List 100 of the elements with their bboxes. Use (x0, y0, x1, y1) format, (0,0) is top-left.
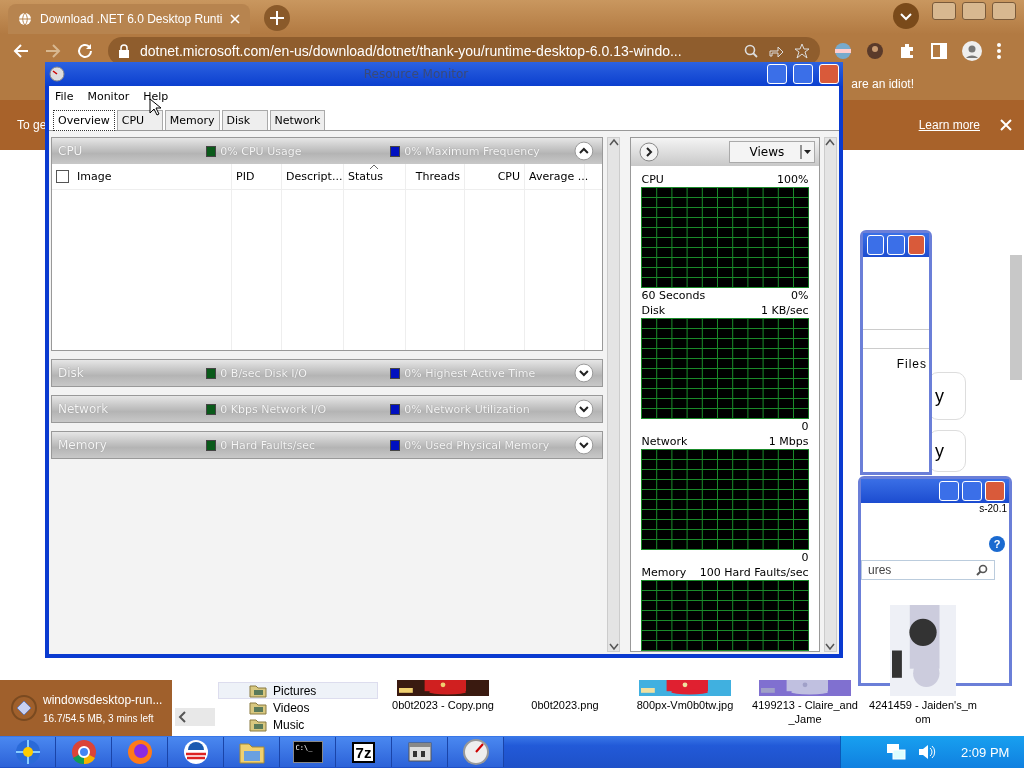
taskbar-button[interactable] (56, 737, 112, 767)
graph-scale: 1 Mbps (768, 435, 809, 448)
expand-pane-icon[interactable] (639, 142, 660, 162)
close-icon[interactable] (230, 14, 240, 24)
back-icon[interactable] (12, 42, 30, 60)
column-header[interactable]: Image (52, 164, 232, 189)
graph-scale: 100% (777, 173, 809, 186)
tab[interactable]: Memory (164, 110, 220, 130)
maximize-button[interactable] (962, 2, 986, 20)
scroll-left-button[interactable] (175, 708, 215, 726)
legend-swatch (206, 439, 217, 451)
tab[interactable]: Overview (53, 110, 115, 131)
share-icon[interactable] (768, 44, 784, 58)
stat-text: 0 Kbps Network I/O (220, 402, 327, 416)
scroll-up-icon[interactable] (825, 138, 836, 146)
graph-title: CPU (641, 173, 664, 186)
checkbox[interactable] (56, 170, 69, 183)
search-field[interactable]: ures (861, 560, 995, 580)
reload-icon[interactable] (76, 42, 94, 60)
scroll-up-icon[interactable] (608, 138, 619, 146)
stat-text: 0% CPU Usage (220, 144, 302, 158)
file-name[interactable]: 800px-Vm0b0tw.jpg (636, 698, 734, 712)
infobar-text: To ge (17, 118, 47, 132)
extension-icon[interactable] (834, 42, 852, 60)
column-header[interactable]: CPU (465, 164, 525, 189)
help-icon[interactable]: ? (989, 536, 1005, 552)
taskbar-button[interactable]: 7z (336, 737, 392, 767)
card-text: y (935, 440, 944, 462)
puzzle-icon[interactable] (898, 42, 916, 60)
views-dropdown[interactable]: Views (728, 141, 815, 163)
column-header[interactable]: Threads (406, 164, 465, 189)
nav-item[interactable]: Music (218, 716, 378, 733)
window-title: Resource Monitor (362, 67, 470, 81)
scroll-down-icon[interactable] (825, 643, 836, 651)
legend-swatch (206, 145, 217, 157)
menu-icon[interactable] (996, 42, 1002, 60)
close-icon[interactable] (1000, 119, 1012, 131)
expand-icon[interactable] (574, 399, 594, 419)
graph-min-label: 0 (801, 551, 809, 564)
stat-text: 0 Hard Faults/sec (220, 438, 316, 452)
menu-item[interactable]: File (55, 90, 74, 104)
lock-icon (118, 44, 130, 58)
sidebar-icon[interactable] (930, 42, 948, 60)
graph-title: Disk (641, 304, 666, 317)
star-icon[interactable] (794, 43, 810, 59)
collapse-icon[interactable] (574, 141, 594, 161)
file-name[interactable]: 4241459 - Jaiden's_mom (868, 698, 978, 726)
gauge-icon (462, 739, 489, 765)
search-icon[interactable] (744, 44, 758, 58)
folder-icon (249, 700, 267, 715)
file-name[interactable]: 4199213 - Claire_and_Jame (750, 698, 860, 726)
profile-icon[interactable] (962, 41, 982, 61)
graph-min-label: 0% (791, 289, 809, 302)
minimize-button[interactable] (932, 2, 956, 20)
folder-icon (249, 717, 267, 732)
column-header[interactable]: Files (863, 349, 929, 371)
scrollbar[interactable] (823, 137, 837, 652)
file-name[interactable]: 0b0t2023.png (531, 698, 599, 712)
column-header[interactable]: Descript... (282, 164, 344, 189)
avatar-icon[interactable] (866, 42, 884, 60)
column-header[interactable]: Status (344, 164, 406, 189)
stat-text: 0 B/sec Disk I/O (220, 366, 307, 380)
legend-swatch (206, 367, 217, 379)
folder-icon (249, 683, 267, 698)
expand-icon[interactable] (574, 363, 594, 383)
menu-item[interactable]: Help (143, 90, 169, 104)
file-name[interactable]: 0b0t2023 - Copy.png (392, 698, 494, 712)
expand-icon[interactable] (574, 435, 594, 455)
learn-more-link[interactable]: Learn more (918, 118, 980, 132)
nav-item[interactable]: Pictures (218, 682, 378, 699)
column-header[interactable]: PID (232, 164, 282, 189)
download-name[interactable]: windowsdesktop-run... (43, 692, 163, 707)
taskbar-button[interactable] (168, 737, 224, 767)
scrollbar[interactable] (1010, 255, 1022, 380)
dropdown-field[interactable] (863, 329, 929, 349)
tab[interactable]: Network (269, 110, 326, 130)
legend-swatch (206, 403, 217, 415)
installer-icon (10, 694, 38, 722)
taskbar-button[interactable] (448, 737, 504, 767)
tab[interactable]: Disk (221, 110, 268, 130)
globe-icon (18, 12, 32, 26)
graph-title: Memory (641, 566, 687, 579)
close-button[interactable] (992, 2, 1016, 20)
column-header[interactable]: Average ... (525, 164, 585, 189)
app-icon (14, 739, 41, 765)
stat-text: 0% Network Utilization (404, 402, 530, 416)
scrollbar[interactable] (607, 137, 621, 652)
menu-item[interactable]: Monitor (87, 90, 130, 104)
nav-item[interactable]: Videos (218, 699, 378, 716)
volume-icon[interactable] (917, 743, 937, 761)
scroll-down-icon[interactable] (608, 643, 619, 651)
taskbar-button[interactable] (392, 737, 448, 767)
address-bar[interactable]: dotnet.microsoft.com/en-us/download/dotnet/thank-you/runtime-desktop-6.0.13-windo... (108, 37, 820, 65)
bookmark-label[interactable]: are an idiot! (851, 77, 914, 91)
search-icon (976, 564, 988, 576)
network-icon[interactable] (885, 742, 907, 762)
tab[interactable]: CPU (116, 110, 163, 130)
caret-icon (799, 145, 812, 159)
tab-search-button[interactable] (892, 2, 920, 30)
new-tab-button[interactable] (264, 5, 290, 31)
